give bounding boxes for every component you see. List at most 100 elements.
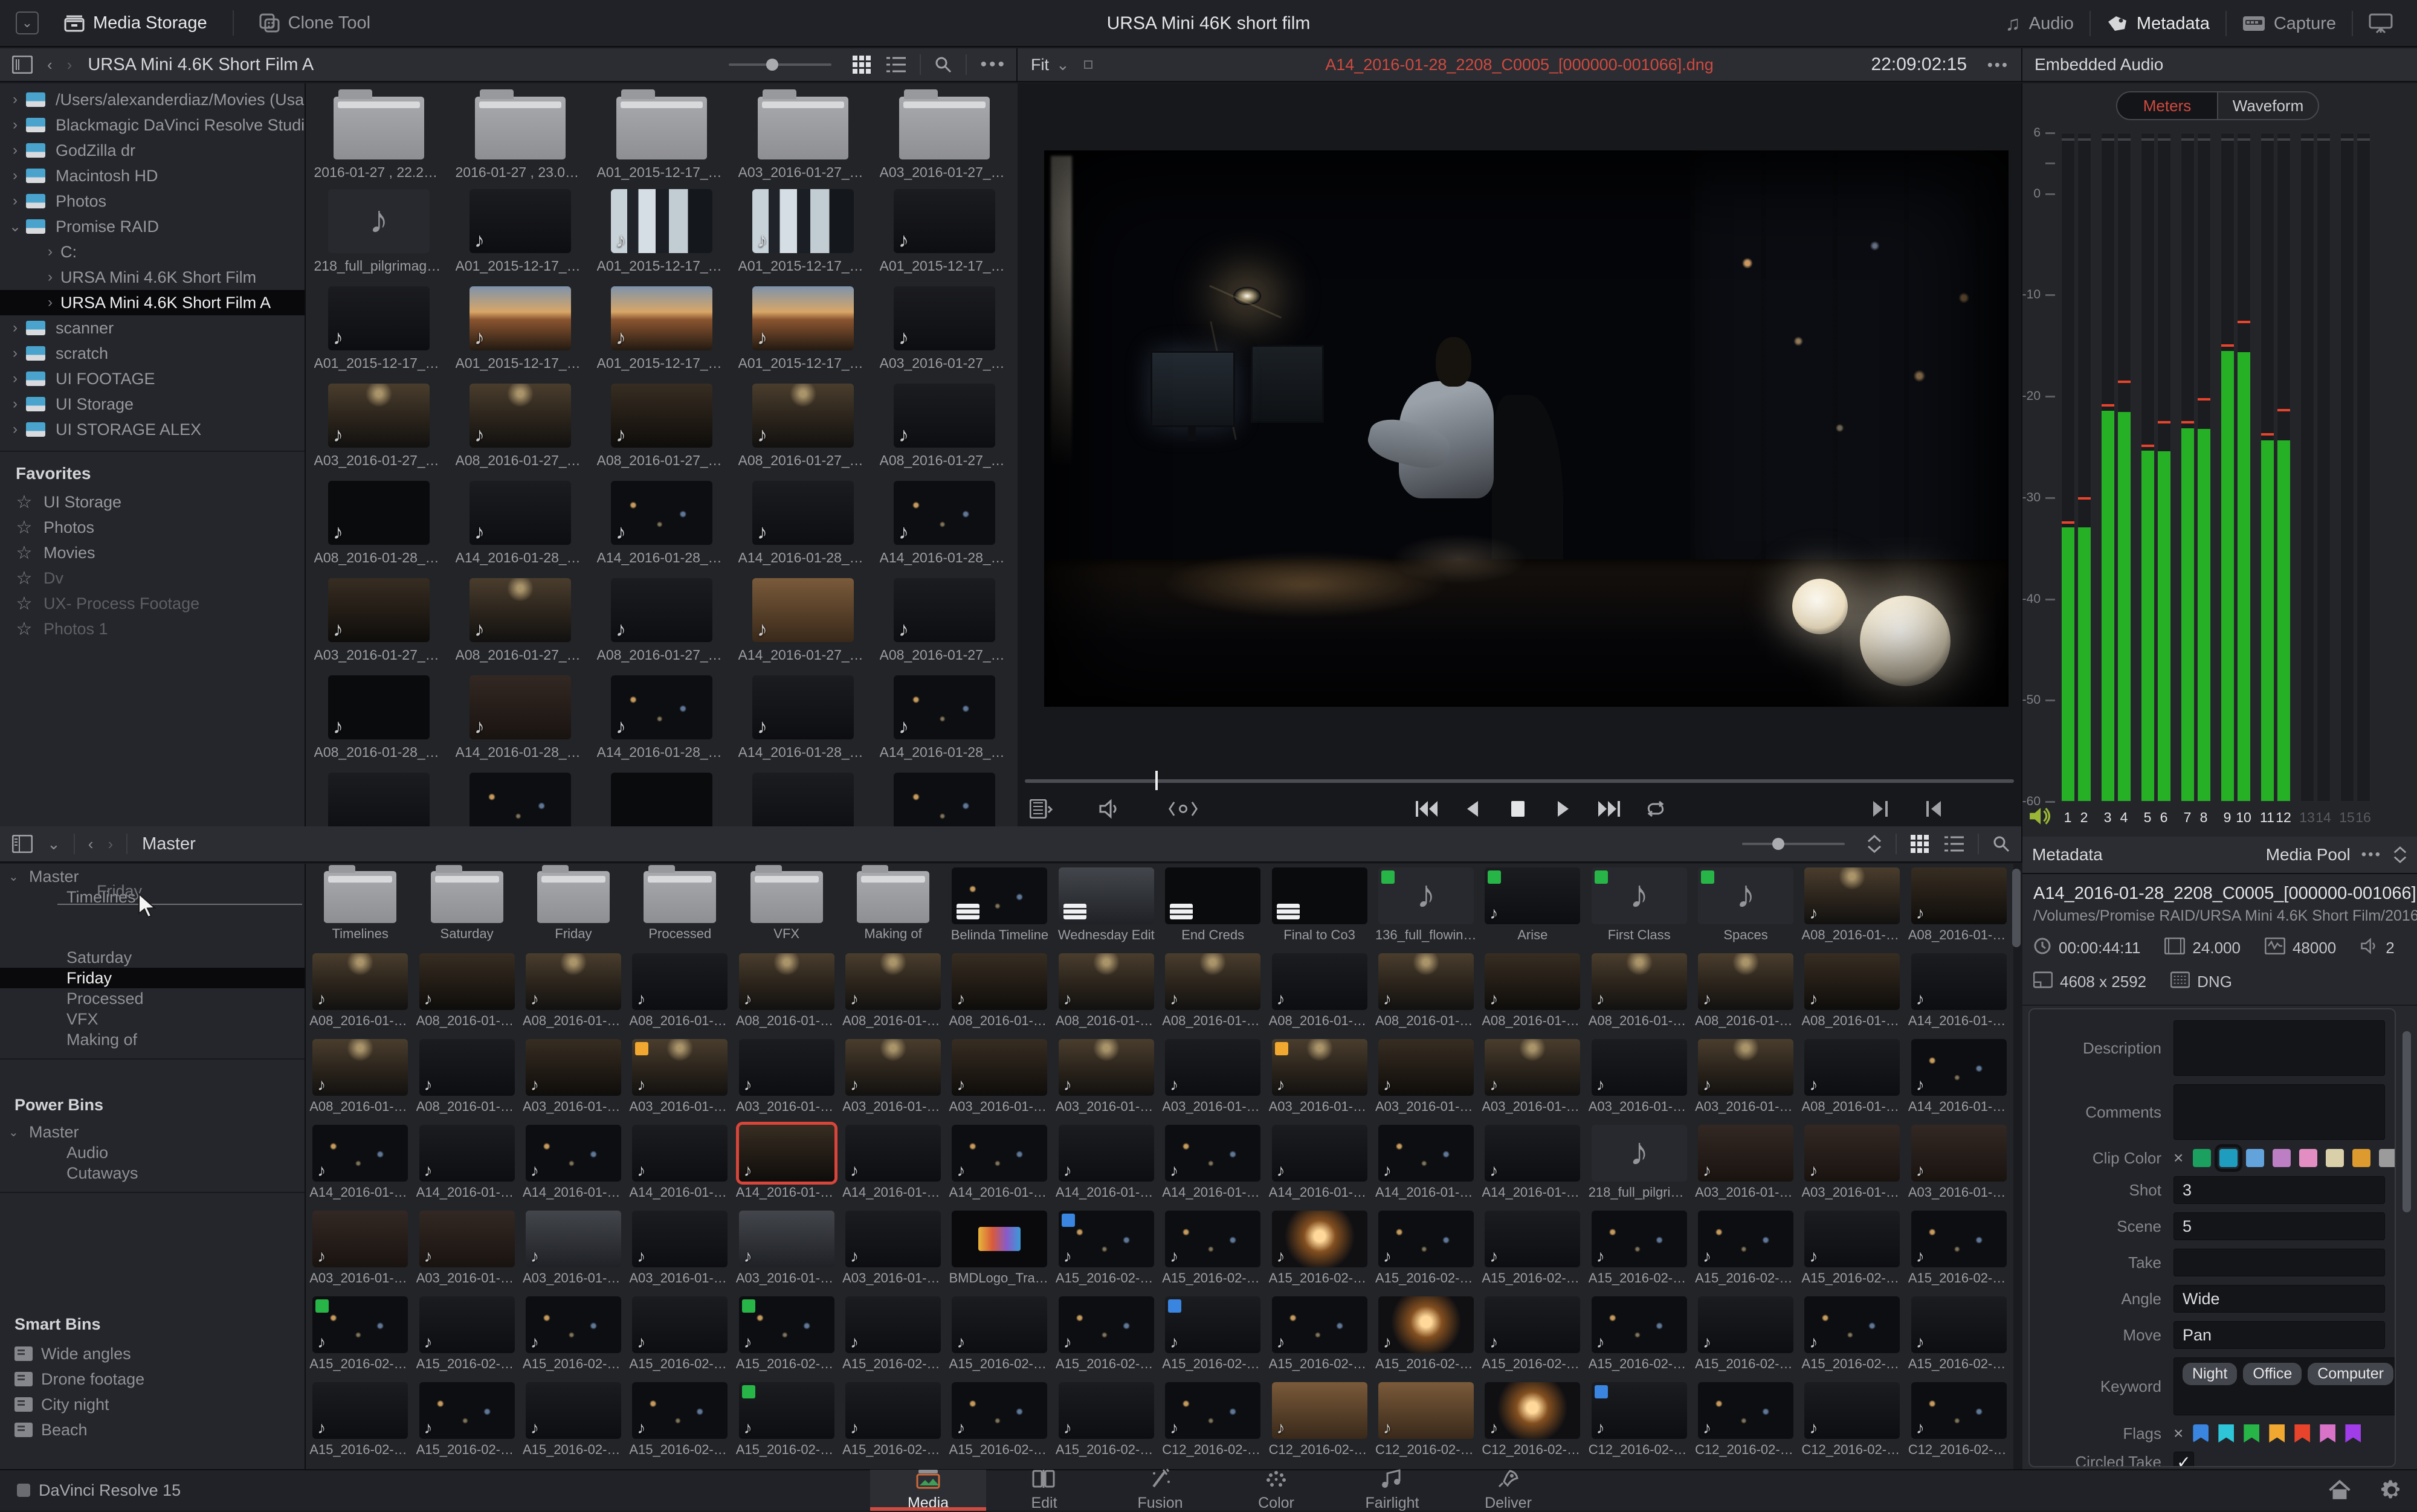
pool-clip-thumb[interactable]: ♪ — [1271, 1211, 1367, 1267]
pool-clip-thumb[interactable]: ♪ — [1804, 1039, 1900, 1096]
clip-color-swatch[interactable] — [2273, 1149, 2291, 1167]
metadata-sort-icon[interactable] — [2393, 846, 2407, 863]
smart-bin-item[interactable]: Beach — [0, 1417, 305, 1443]
field-input[interactable]: Pan — [2173, 1321, 2385, 1349]
cleanfeed-monitor-icon[interactable] — [2353, 0, 2409, 47]
pool-clip-thumb[interactable]: ♪ — [1058, 1125, 1154, 1182]
clip-color-swatch[interactable] — [2326, 1149, 2344, 1167]
zoom-fit-dropdown[interactable]: Fit ⌄ — [1024, 48, 1077, 82]
storage-tree-item[interactable]: ⌄ Promise RAID — [0, 214, 305, 239]
pool-clip-thumb[interactable] — [952, 867, 1048, 924]
pool-clip-thumb[interactable]: ♪ — [1911, 1211, 2007, 1267]
pool-clip-thumb[interactable]: ♪ — [1698, 1211, 1794, 1267]
storage-clip-thumb[interactable]: ♪ — [328, 286, 430, 350]
storage-clip-thumb[interactable]: ♪ — [611, 286, 712, 350]
pool-clip-thumb[interactable]: ♪ — [1165, 1125, 1261, 1182]
pool-clip-thumb[interactable]: ♪ — [312, 1125, 408, 1182]
sort-order-icon[interactable] — [1859, 827, 1889, 861]
pool-clip-thumb[interactable]: ♪ — [525, 1125, 621, 1182]
pool-clip-thumb[interactable]: ♪ — [738, 1211, 834, 1267]
favorite-item[interactable]: ☆ Photos — [0, 515, 305, 540]
pool-clip-thumb[interactable]: ♪ — [1804, 1382, 1900, 1439]
pool-clip-thumb[interactable]: ♪ — [1271, 1382, 1367, 1439]
tab-audio[interactable]: ♫ Audio — [1989, 0, 2089, 47]
disclosure-icon[interactable]: ⌄ — [5, 218, 25, 236]
storage-clip-thumb[interactable]: ♪ — [752, 286, 854, 350]
pool-clip-thumb[interactable]: ♪ — [419, 1039, 515, 1096]
disclosure-icon[interactable]: › — [5, 167, 25, 184]
pool-clip-thumb[interactable]: ♪ — [1591, 867, 1687, 924]
pool-clip-thumb[interactable]: ♪ — [525, 1039, 621, 1096]
tab-clone-tool[interactable]: Clone Tool — [250, 0, 381, 47]
storage-clip-thumb[interactable]: ♪ — [894, 189, 995, 253]
pool-clip-thumb[interactable]: ♪ — [632, 953, 728, 1010]
pool-clip-thumb[interactable]: ♪ — [738, 953, 834, 1010]
disclosure-icon[interactable]: › — [5, 193, 25, 210]
storage-clip-thumb[interactable]: ♪ — [894, 481, 995, 545]
keyword-tag[interactable]: Computer — [2308, 1363, 2393, 1385]
first-frame-button[interactable] — [1410, 793, 1442, 825]
pool-clip-thumb[interactable] — [1165, 867, 1261, 924]
pool-clip-thumb[interactable]: ♪ — [738, 1125, 834, 1182]
flag-swatch[interactable] — [2269, 1424, 2285, 1443]
storage-clip-thumb[interactable]: ♪ — [752, 384, 854, 448]
pool-clip-thumb[interactable] — [1271, 867, 1367, 924]
pool-clip-thumb[interactable]: ♪ — [1165, 1211, 1261, 1267]
favorite-item[interactable]: ☆ UX- Process Footage — [0, 591, 305, 616]
storage-tree-item[interactable]: › GodZilla dr — [0, 138, 305, 163]
storage-clip-thumb[interactable] — [611, 773, 712, 826]
pool-clip-thumb[interactable]: ♪ — [1804, 1125, 1900, 1182]
pool-clip-thumb[interactable]: ♪ — [1804, 953, 1900, 1010]
pool-clip-thumb[interactable]: ♪ — [1165, 1039, 1261, 1096]
flag-swatch[interactable] — [2193, 1424, 2209, 1443]
bin-back-button[interactable]: ‹ — [81, 827, 101, 861]
storage-tree-item[interactable]: › Photos — [0, 188, 305, 214]
panel-toggle-icon[interactable]: ⌄ — [16, 11, 39, 34]
scrubber-bar[interactable] — [1025, 779, 2014, 783]
storage-tree-item[interactable]: › C: — [0, 239, 305, 265]
pool-clip-thumb[interactable]: ♪ — [525, 1211, 621, 1267]
pool-clip-thumb[interactable]: ♪ — [845, 1125, 941, 1182]
storage-clip-thumb[interactable] — [328, 773, 430, 826]
disclosure-icon[interactable]: › — [40, 269, 60, 286]
gear-icon[interactable] — [2380, 1478, 2404, 1502]
stop-button[interactable] — [1502, 793, 1534, 825]
pool-search-icon[interactable] — [1985, 827, 2018, 861]
storage-tree-item[interactable]: › URSA Mini 4.6K Short Film — [0, 265, 305, 290]
favorite-item[interactable]: ☆ Dv — [0, 565, 305, 591]
pool-clip-thumb[interactable]: ♪ — [1378, 1382, 1474, 1439]
storage-clip-thumb[interactable]: ♪ — [328, 675, 430, 739]
pool-clip-thumb[interactable]: ♪ — [419, 1125, 515, 1182]
storage-clip-thumb[interactable]: ♪ — [328, 578, 430, 642]
flag-swatch[interactable] — [2345, 1424, 2361, 1443]
smart-bin-item[interactable]: City night — [0, 1392, 305, 1417]
pool-clip-thumb[interactable]: ♪ — [1165, 1296, 1261, 1353]
keyword-tag[interactable]: Night — [2183, 1363, 2238, 1385]
page-tab-media[interactable]: Media — [870, 1470, 986, 1511]
field-input[interactable]: 3 — [2173, 1176, 2385, 1204]
pool-clip-thumb[interactable]: ♪ — [1698, 1039, 1794, 1096]
circled-take-checkbox[interactable]: ✓ — [2173, 1452, 2194, 1466]
forward-button[interactable]: › — [60, 48, 80, 82]
pool-clip-thumb[interactable]: ♪ — [1911, 1125, 2007, 1182]
storage-clip-thumb[interactable]: ♪ — [894, 675, 995, 739]
meter-speaker-icon[interactable] — [2027, 806, 2051, 829]
step-back-button[interactable] — [1456, 793, 1488, 825]
pool-clip-thumb[interactable]: ♪ — [312, 1382, 408, 1439]
pool-clip-thumb[interactable]: ♪ — [1591, 1125, 1687, 1182]
storage-tree-item[interactable]: › UI Storage — [0, 391, 305, 417]
bin-item[interactable]: Audio — [0, 1142, 305, 1163]
clip-color-swatch[interactable] — [2299, 1149, 2318, 1167]
options-menu-icon[interactable]: ••• — [973, 48, 1014, 82]
clear-selection-button[interactable]: × — [2173, 1424, 2183, 1443]
field-input[interactable] — [2173, 1020, 2385, 1076]
pool-clip-thumb[interactable]: ♪ — [312, 1211, 408, 1267]
storage-tree-item[interactable]: › UI STORAGE ALEX — [0, 417, 305, 442]
pool-clip-thumb[interactable]: ♪ — [632, 1382, 728, 1439]
page-tab-deliver[interactable]: Deliver — [1450, 1470, 1566, 1511]
pool-clip-thumb[interactable]: ♪ — [1591, 953, 1687, 1010]
storage-tree-item[interactable]: › Blackmagic DaVinci Resolve Studio — [0, 112, 305, 138]
pool-clip-thumb[interactable]: ♪ — [738, 1296, 834, 1353]
list-view-icon[interactable] — [879, 48, 914, 82]
pool-clip-thumb[interactable]: ♪ — [1804, 1296, 1900, 1353]
